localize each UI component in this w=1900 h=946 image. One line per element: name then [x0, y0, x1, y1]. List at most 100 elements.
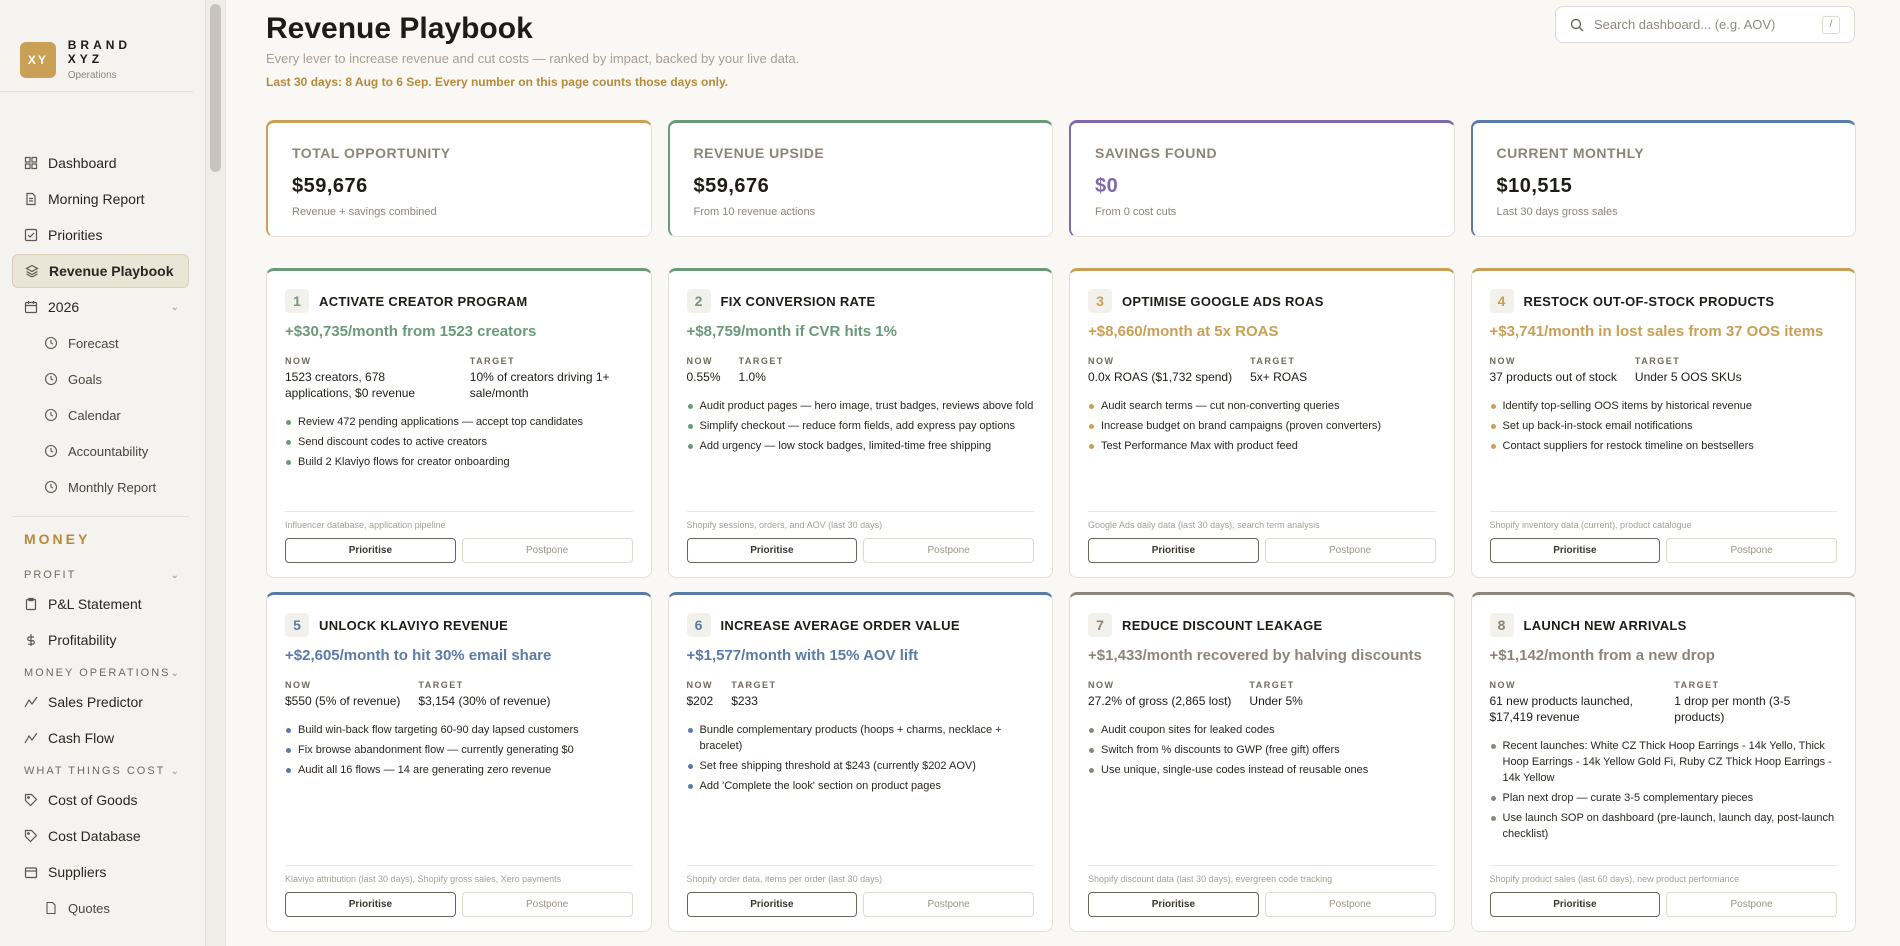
- stat-card: TOTAL OPPORTUNITY $59,676 Revenue + saving…: [266, 120, 652, 237]
- nav-sub-forecast[interactable]: Forecast: [12, 326, 189, 360]
- lever-title: UNLOCK KLAVIYO REVENUE: [319, 617, 509, 633]
- lever-header: 4 RESTOCK OUT-OF-STOCK PRODUCTS: [1489, 289, 1838, 313]
- stat-value: $59,676: [292, 175, 368, 197]
- stat-card: CURRENT MONTHLY $10,515 Last 30 days gross…: [1470, 120, 1856, 237]
- stat-card: SAVINGS FOUND $0 From 0 cost cuts: [1069, 120, 1455, 237]
- brand[interactable]: XY BRAND XYZ Operations: [0, 0, 193, 92]
- action-list: Audit product pages — hero image, trust …: [687, 399, 1035, 459]
- postpone-button[interactable]: Postpone: [461, 892, 633, 917]
- nav-item-revenue-playbook[interactable]: Revenue Playbook: [12, 254, 189, 288]
- prioritise-button[interactable]: Prioritise: [1489, 892, 1661, 917]
- action-item: Set up back-in-stock email notifications: [1490, 419, 1838, 435]
- action-item: Use unique, single-use codes instead of …: [1088, 763, 1436, 779]
- nav-sub-label: Forecast: [68, 335, 119, 351]
- postpone-button[interactable]: Postpone: [863, 892, 1034, 917]
- nav-item-2026[interactable]: 2026 ⌄: [12, 290, 189, 324]
- stat-card: REVENUE UPSIDE $59,676 From 10 revenue act…: [667, 120, 1053, 237]
- group-title-profit[interactable]: PROFIT ⌄: [0, 561, 205, 587]
- nav-sub-accountability[interactable]: Accountability: [12, 434, 189, 468]
- nav-item-cash-flow[interactable]: Cash Flow: [12, 721, 189, 755]
- postpone-button[interactable]: Postpone: [461, 538, 633, 563]
- stat-hint: Revenue + savings combined: [292, 206, 437, 218]
- nav-item-label: Cash Flow: [48, 730, 115, 746]
- prioritise-button[interactable]: Prioritise: [686, 892, 858, 917]
- now-value: 27.2% of gross (2,865 lost): [1088, 694, 1232, 708]
- nav-item-priorities[interactable]: Priorities: [12, 218, 189, 252]
- sidebar-scrollbar[interactable]: [206, 0, 226, 946]
- nav-sub-goals[interactable]: Goals: [12, 362, 189, 396]
- now-value: 37 products out of stock: [1489, 370, 1617, 384]
- target-label: TARGET: [1250, 356, 1296, 366]
- chevron-down-icon: ⌄: [170, 667, 181, 679]
- group-title-money-operations[interactable]: MONEY OPERATIONS ⌄: [0, 659, 205, 685]
- nav-item-profitability[interactable]: Profitability: [12, 623, 189, 657]
- nav-item-morning-report[interactable]: Morning Report: [12, 182, 189, 216]
- prioritise-button[interactable]: Prioritise: [686, 538, 858, 563]
- circle-clock-icon: [44, 372, 58, 386]
- lever-header: 5 UNLOCK KLAVIYO REVENUE: [285, 613, 633, 637]
- section-title-money: MONEY: [24, 531, 91, 547]
- nav-sub-quotes[interactable]: Quotes: [12, 891, 189, 925]
- now-label: NOW: [686, 356, 713, 366]
- nav-item-label: Priorities: [48, 227, 103, 243]
- action-list: Build win-back flow targeting 60-90 day …: [285, 723, 633, 783]
- lever-upside: +$1,433/month recovered by halving disco…: [1088, 647, 1422, 664]
- nav-item-suppliers[interactable]: Suppliers: [12, 855, 189, 889]
- layers-icon: [25, 264, 39, 278]
- circle-clock-icon: [44, 408, 58, 422]
- now-label: NOW: [285, 680, 312, 690]
- lever-upside: +$3,741/month in lost sales from 37 OOS …: [1489, 323, 1824, 340]
- postpone-button[interactable]: Postpone: [863, 538, 1034, 563]
- prioritise-button[interactable]: Prioritise: [1088, 538, 1259, 563]
- lever-rank: 4: [1489, 289, 1514, 313]
- action-item: Send discount codes to active creators: [285, 435, 633, 451]
- calendar-icon: [24, 300, 38, 314]
- prioritise-button[interactable]: Prioritise: [285, 538, 456, 563]
- grid-icon: [24, 156, 38, 170]
- stat-value: $10,515: [1496, 175, 1573, 197]
- chevron-down-icon[interactable]: ⌄: [171, 302, 179, 313]
- lever-title: RESTOCK OUT-OF-STOCK PRODUCTS: [1523, 293, 1775, 309]
- now-label: NOW: [1489, 356, 1516, 366]
- lever-upside: +$8,660/month at 5x ROAS: [1088, 323, 1279, 340]
- postpone-button[interactable]: Postpone: [1666, 892, 1837, 917]
- checklist-icon: [24, 228, 38, 242]
- postpone-button[interactable]: Postpone: [1264, 892, 1436, 917]
- group-title-what-things-cost[interactable]: WHAT THINGS COST ⌄: [0, 757, 205, 783]
- nav-item-cost-of-goods[interactable]: Cost of Goods: [12, 783, 189, 817]
- nav-item-sales-predictor[interactable]: Sales Predictor: [12, 685, 189, 719]
- search-box[interactable]: /: [1555, 6, 1855, 43]
- scrollbar-thumb[interactable]: [210, 4, 221, 172]
- action-item: Audit product pages — hero image, trust …: [687, 399, 1035, 415]
- dollar-icon: [24, 633, 38, 647]
- nav-sub-monthly-report[interactable]: Monthly Report: [12, 470, 189, 504]
- nav-item-cost-database[interactable]: Cost Database: [12, 819, 189, 853]
- search-input[interactable]: [1594, 17, 1812, 32]
- target-label: TARGET: [418, 680, 464, 690]
- nav-sub-label: Quotes: [68, 900, 110, 916]
- nav-sub-calendar[interactable]: Calendar: [12, 398, 189, 432]
- tag-icon: [24, 829, 38, 843]
- stat-label: CURRENT MONTHLY: [1496, 145, 1645, 161]
- tag-icon: [24, 793, 38, 807]
- box-icon: [24, 865, 38, 879]
- nav-item-label: Revenue Playbook: [49, 263, 174, 279]
- postpone-button[interactable]: Postpone: [1264, 538, 1436, 563]
- prioritise-button[interactable]: Prioritise: [285, 892, 456, 917]
- nav-item-label: Dashboard: [48, 155, 117, 171]
- prioritise-button[interactable]: Prioritise: [1489, 538, 1661, 563]
- prioritise-button[interactable]: Prioritise: [1088, 892, 1259, 917]
- nav-item-dashboard[interactable]: Dashboard: [12, 146, 189, 180]
- action-list: Audit search terms — cut non-converting …: [1088, 399, 1436, 459]
- data-source: Shopify product sales (last 60 days), ne…: [1489, 874, 1740, 884]
- now-value: 61 new products launched, $17,419 revenu…: [1489, 694, 1633, 725]
- clipboard-icon: [24, 597, 38, 611]
- action-item: Contact suppliers for restock timeline o…: [1490, 439, 1838, 455]
- summary-stats: TOTAL OPPORTUNITY $59,676 Revenue + saving…: [266, 120, 1856, 237]
- nav-item-pl-statement[interactable]: P&L Statement: [12, 587, 189, 621]
- lever-card: 1 ACTIVATE CREATOR PROGRAM +$30,735/month …: [266, 268, 652, 578]
- now-value: 0.55%: [686, 370, 721, 384]
- action-item: Increase budget on brand campaigns (prov…: [1088, 419, 1436, 435]
- postpone-button[interactable]: Postpone: [1666, 538, 1837, 563]
- brand-sub: Operations: [67, 70, 117, 81]
